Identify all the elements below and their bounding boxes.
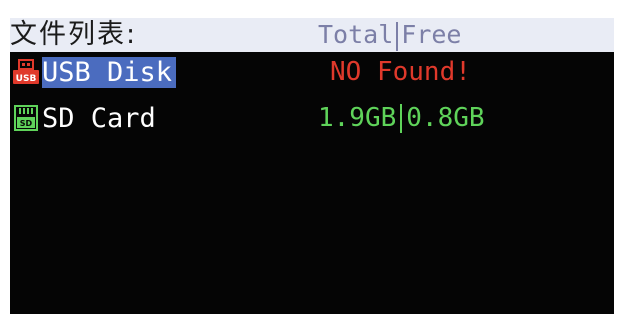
sd-free-value: 0.8GB <box>406 103 485 133</box>
usb-status-text: NO Found! <box>330 57 471 87</box>
device-screen: 文件列表: TotalFree USB USB Disk NO Found! <box>10 18 614 314</box>
svg-text:SD: SD <box>20 119 33 128</box>
column-divider <box>396 21 399 51</box>
file-list-title: 文件列表: <box>10 19 138 50</box>
total-column-header: Total <box>318 20 394 49</box>
usb-icon: USB <box>12 59 40 85</box>
sd-card-icon: SD <box>12 105 40 131</box>
capacity-divider <box>400 104 403 133</box>
device-row-sd-card[interactable]: SD SD Card 1.9GB 0.8GB <box>10 101 614 139</box>
free-column-header: Free <box>401 20 462 49</box>
device-row-usb-disk[interactable]: USB USB Disk NO Found! <box>10 55 614 93</box>
sd-total-value: 1.9GB <box>318 103 397 133</box>
device-name-sd-card[interactable]: SD Card <box>42 103 160 134</box>
svg-text:USB: USB <box>16 74 37 84</box>
sd-capacity: 1.9GB 0.8GB <box>318 103 485 134</box>
file-list-header: 文件列表: Total Free <box>10 18 614 52</box>
device-name-usb-disk[interactable]: USB Disk <box>42 57 177 88</box>
column-headers: Total Free <box>318 19 461 51</box>
